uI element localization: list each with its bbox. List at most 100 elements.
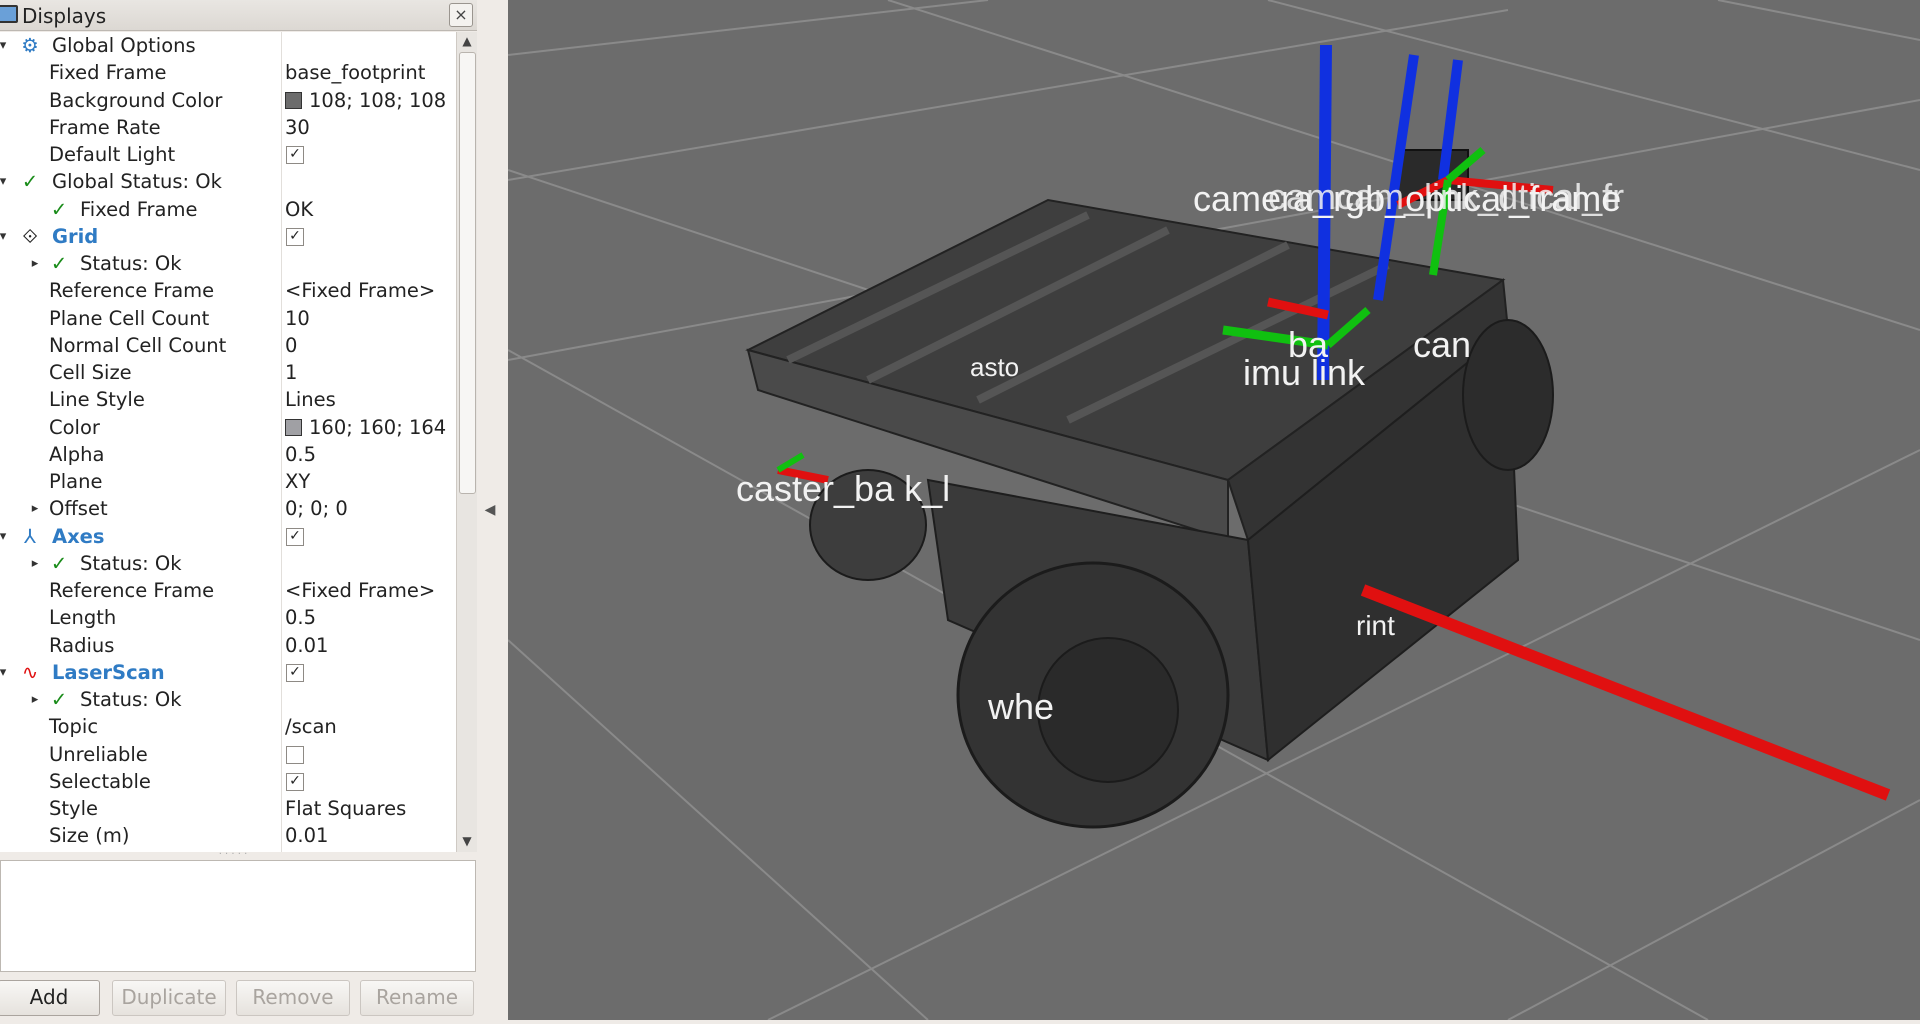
tree-row[interactable]: ▸ ✓ Status: Ok xyxy=(0,250,456,277)
row-value[interactable]: 160; 160; 164 xyxy=(285,414,446,441)
row-value-text: /scan xyxy=(285,715,337,739)
tree-row[interactable]: Fixed Frame base_footprint xyxy=(0,59,456,86)
tree-row[interactable]: Topic/scan xyxy=(0,713,456,740)
row-value-text: 1 xyxy=(285,361,298,384)
close-button[interactable]: × xyxy=(449,3,473,27)
color-swatch[interactable] xyxy=(285,418,302,436)
row-value[interactable]: base_footprint xyxy=(285,59,425,86)
tree-row[interactable]: ▾ ⚙ Global Options xyxy=(0,32,456,59)
row-label: Style xyxy=(49,797,98,820)
row-value[interactable]: 1 xyxy=(285,359,297,386)
row-value[interactable]: 0.5 xyxy=(285,604,316,631)
tree-row[interactable]: Normal Cell Count 0 xyxy=(0,332,456,359)
tree-row[interactable]: Selectable ✓ xyxy=(0,768,456,795)
scroll-thumb[interactable] xyxy=(459,52,476,494)
row-value[interactable]: 108; 108; 108 xyxy=(285,87,446,114)
tree-row[interactable]: Alpha 0.5 xyxy=(0,441,456,468)
expand-closed-icon[interactable]: ▸ xyxy=(28,495,42,522)
tree-scrollbar[interactable]: ▲ ▼ xyxy=(456,32,477,852)
tree-row[interactable]: Size (m) 0.01 xyxy=(0,822,456,849)
panel-splitter[interactable]: · · · · · xyxy=(218,850,248,860)
row-value-text: OK xyxy=(285,197,314,221)
frame-label-scan: can xyxy=(1413,324,1472,365)
expand-open-icon[interactable]: ▾ xyxy=(0,523,10,550)
tree-row[interactable]: Reference Frame <Fixed Frame> xyxy=(0,577,456,604)
add-button[interactable]: Add xyxy=(0,980,100,1016)
display-tree[interactable]: ▾ ⚙ Global Options Fixed Frame base_footprin… xyxy=(0,32,456,852)
tree-row[interactable]: ▾ ∿ LaserScan ✓ xyxy=(0,659,456,686)
rename-button[interactable]: Rename xyxy=(360,980,474,1016)
frame-label-caster: caster_ba k_l xyxy=(736,468,951,509)
row-value[interactable]: Lines xyxy=(285,386,336,413)
checkbox[interactable]: ✓ xyxy=(286,527,304,546)
frame-label-imu: imu link xyxy=(1243,352,1366,393)
row-value[interactable]: 0.5 xyxy=(285,441,316,468)
scroll-down-icon[interactable]: ▼ xyxy=(459,834,475,850)
row-value-text: <Fixed Frame> xyxy=(285,279,436,303)
tree-row[interactable]: Plane XY xyxy=(0,468,456,495)
row-label: Color xyxy=(49,415,100,439)
tree-row[interactable]: ▸ Offset 0; 0; 0 xyxy=(0,495,456,522)
checkbox[interactable] xyxy=(286,745,304,764)
grid-icon: ⟐ xyxy=(22,224,38,248)
duplicate-button[interactable]: Duplicate xyxy=(112,980,226,1016)
tree-row[interactable]: ✓ Fixed Frame OK xyxy=(0,196,456,223)
row-value[interactable]: Flat Squares xyxy=(285,795,406,822)
row-value[interactable]: 30 xyxy=(285,114,310,141)
expand-open-icon[interactable]: ▾ xyxy=(0,659,10,686)
tree-row[interactable]: ▾ ⅄ Axes ✓ xyxy=(0,523,456,550)
expand-closed-icon[interactable]: ▸ xyxy=(28,550,42,577)
tree-row[interactable]: Reference Frame <Fixed Frame> xyxy=(0,277,456,304)
row-value[interactable]: 0.01 xyxy=(285,822,328,849)
row-value-text: 160; 160; 164 xyxy=(309,415,447,439)
checkbox[interactable]: ✓ xyxy=(286,663,304,682)
checkbox[interactable]: ✓ xyxy=(286,146,304,164)
column-divider[interactable] xyxy=(281,32,282,852)
row-value[interactable]: XY xyxy=(285,468,310,495)
frame-label-caster-front: asto xyxy=(970,352,1020,382)
checkbox[interactable]: ✓ xyxy=(286,227,304,246)
tree-row[interactable]: Unreliable xyxy=(0,741,456,768)
color-swatch[interactable] xyxy=(285,91,302,109)
checkbox[interactable]: ✓ xyxy=(286,772,304,791)
expand-closed-icon[interactable]: ▸ xyxy=(28,686,42,713)
expand-open-icon[interactable]: ▾ xyxy=(0,32,10,59)
description-area xyxy=(0,860,476,972)
row-value[interactable]: 0 xyxy=(285,332,297,359)
tree-row[interactable]: Background Color 108; 108; 108 xyxy=(0,87,456,114)
tree-row[interactable]: Length 0.5 xyxy=(0,604,456,631)
expand-open-icon[interactable]: ▾ xyxy=(0,168,10,195)
row-label: Unreliable xyxy=(49,742,148,766)
check-icon: ✓ xyxy=(50,197,68,221)
tree-row[interactable]: ▾ ✓ Global Status: Ok xyxy=(0,168,456,195)
row-value[interactable]: 10 xyxy=(285,305,310,332)
row-value-text: 0.5 xyxy=(285,442,317,466)
expand-open-icon[interactable]: ▾ xyxy=(0,223,10,250)
row-value[interactable]: <Fixed Frame> xyxy=(285,577,435,604)
tree-row[interactable]: ▸ ✓ Status: Ok xyxy=(0,550,456,577)
axes-icon: ⅄ xyxy=(24,524,36,548)
row-value[interactable]: 0.01 xyxy=(285,632,328,659)
row-label: Status: Ok xyxy=(80,551,182,575)
expand-closed-icon[interactable]: ▸ xyxy=(28,250,42,277)
tree-row[interactable]: Color 160; 160; 164 xyxy=(0,414,456,441)
row-label: LaserScan xyxy=(52,660,165,684)
tree-row[interactable]: Line Style Lines xyxy=(0,386,456,413)
row-value[interactable]: <Fixed Frame> xyxy=(285,277,435,304)
tree-row[interactable]: ▾ ⟐ Grid ✓ xyxy=(0,223,456,250)
remove-button[interactable]: Remove xyxy=(236,980,350,1016)
collapse-panel-icon[interactable]: ◀ xyxy=(483,490,497,530)
tree-row[interactable]: Plane Cell Count 10 xyxy=(0,305,456,332)
row-value[interactable]: 0; 0; 0 xyxy=(285,495,348,522)
tree-row[interactable]: Radius 0.01 xyxy=(0,632,456,659)
row-label: Status: Ok xyxy=(80,688,182,711)
row-value[interactable]: OK xyxy=(285,196,313,223)
render-view[interactable]: camera_rgb_optical_frame camcam_link_dti… xyxy=(508,0,1920,1020)
tree-row[interactable]: Cell Size 1 xyxy=(0,359,456,386)
scroll-up-icon[interactable]: ▲ xyxy=(459,34,475,50)
tree-row[interactable]: Frame Rate 30 xyxy=(0,114,456,141)
tree-row[interactable]: Style Flat Squares xyxy=(0,795,456,822)
tree-row[interactable]: Default Light ✓ xyxy=(0,141,456,168)
tree-row[interactable]: ▸ ✓ Status: Ok xyxy=(0,686,456,713)
row-value[interactable]: /scan xyxy=(285,713,337,740)
